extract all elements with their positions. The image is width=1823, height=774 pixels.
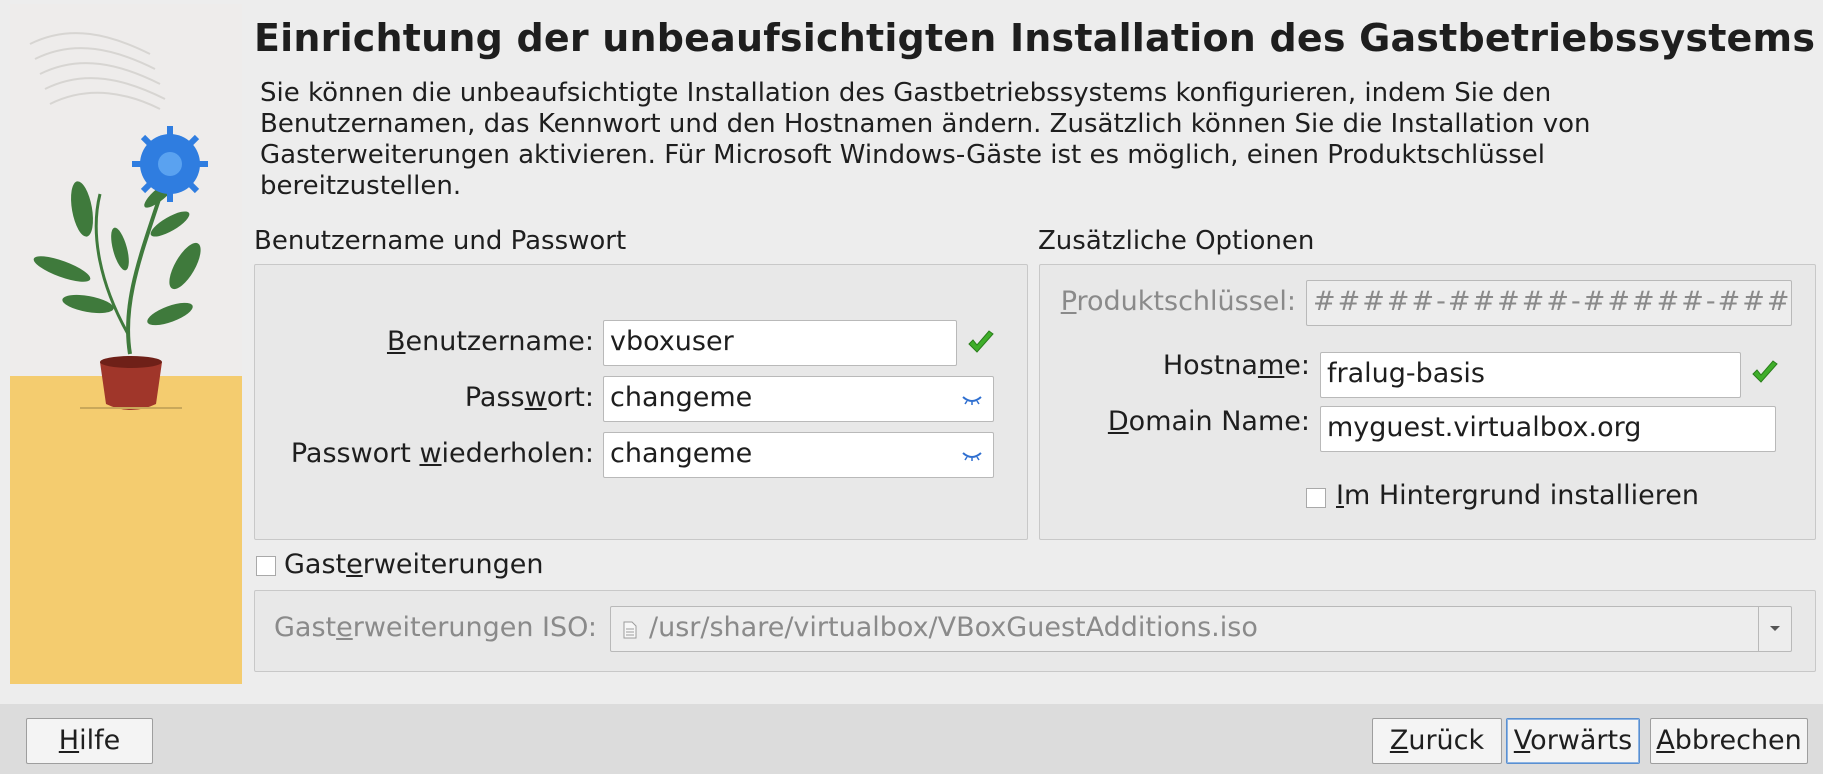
repeat-password-input[interactable]: changeme xyxy=(603,432,994,478)
flower-pot-illustration xyxy=(29,32,208,410)
credentials-section-label: Benutzername und Passwort xyxy=(254,226,627,256)
guest-additions-iso-select: /usr/share/virtualbox/VBoxGuestAdditions… xyxy=(610,606,1792,652)
username-label: Benutzername: xyxy=(386,326,594,357)
background-install-checkbox[interactable] xyxy=(1306,488,1326,508)
guest-additions-checkbox[interactable] xyxy=(256,556,276,576)
domain-name-input[interactable]: myguest.virtualbox.org xyxy=(1320,406,1776,452)
file-icon xyxy=(623,621,637,639)
wizard-illustration xyxy=(10,4,242,684)
cancel-button[interactable]: Abbrechen xyxy=(1650,718,1808,764)
help-button[interactable]: Hilfe xyxy=(26,718,153,764)
repeat-password-label: Passwort wiederholen: xyxy=(290,438,594,469)
product-key-input: #####-#####-#####-#####-##### xyxy=(1306,280,1792,326)
password-value: changeme xyxy=(610,382,753,413)
back-button[interactable]: Zurück xyxy=(1372,718,1502,764)
page-description: Sie können die unbeaufsichtigte Installa… xyxy=(260,78,1591,201)
domain-name-label: Domain Name: xyxy=(1107,406,1310,437)
next-button[interactable]: Vorwärts xyxy=(1506,718,1640,764)
hostname-label: Hostname: xyxy=(1162,350,1310,381)
options-section-label: Zusätzliche Optionen xyxy=(1038,226,1315,256)
product-key-label: Produktschlüssel: xyxy=(1060,286,1296,317)
password-label: Passwort: xyxy=(464,382,594,413)
background-install-label[interactable]: Im Hintergrund installieren xyxy=(1336,480,1699,511)
check-icon xyxy=(1752,360,1778,383)
repeat-password-value: changeme xyxy=(610,438,753,469)
password-input[interactable]: changeme xyxy=(603,376,994,422)
dropdown-button xyxy=(1758,607,1791,651)
chevron-down-icon xyxy=(1770,626,1780,631)
iso-path-value: /usr/share/virtualbox/VBoxGuestAdditions… xyxy=(649,612,1258,643)
guest-additions-iso-label: Gasterweiterungen ISO: xyxy=(274,612,597,643)
username-input[interactable]: vboxuser xyxy=(603,320,957,366)
page-title: Einrichtung der unbeaufsichtigten Instal… xyxy=(254,16,1816,60)
check-icon xyxy=(968,330,994,353)
guest-additions-label[interactable]: Gasterweiterungen xyxy=(284,549,543,580)
eye-closed-icon[interactable] xyxy=(961,389,983,409)
eye-closed-icon[interactable] xyxy=(961,445,983,465)
hostname-input[interactable]: fralug-basis xyxy=(1320,352,1741,398)
